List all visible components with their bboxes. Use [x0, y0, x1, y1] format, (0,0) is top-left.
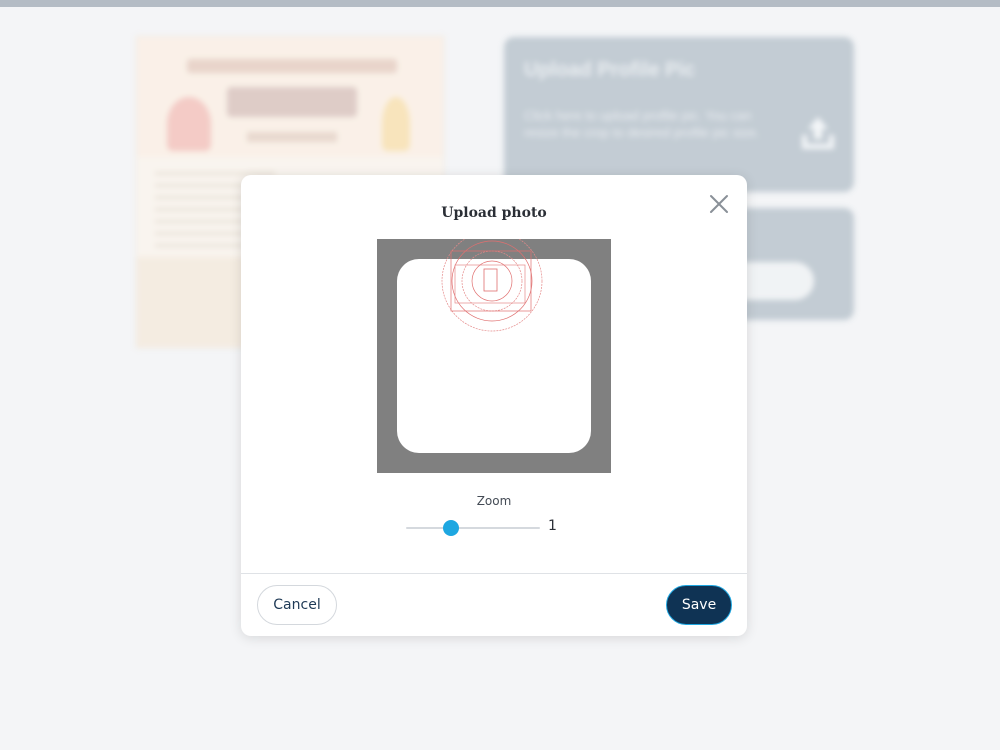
image-crop-area[interactable] [377, 239, 611, 473]
zoom-label: Zoom [476, 494, 512, 508]
cancel-button[interactable]: Cancel [257, 585, 337, 625]
modal-divider [241, 573, 747, 574]
zoom-slider-thumb[interactable] [442, 520, 459, 536]
modal-title: Upload photo [441, 205, 547, 221]
zoom-slider-track[interactable] [406, 527, 540, 529]
zoom-value: 1 [548, 518, 557, 534]
crop-image-preview [441, 239, 543, 332]
save-button[interactable]: Save [666, 585, 732, 625]
upload-photo-modal: Upload photo Zoom 1 Cancel Save [241, 175, 747, 636]
close-icon[interactable] [707, 192, 731, 216]
